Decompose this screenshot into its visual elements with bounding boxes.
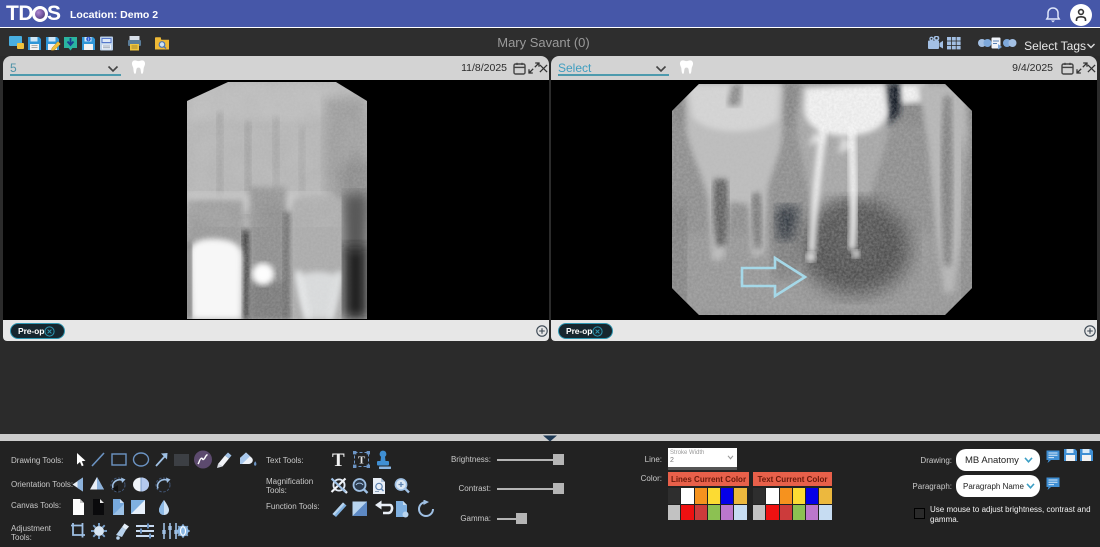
svg-text:T: T: [358, 455, 366, 467]
svg-text:T: T: [332, 450, 345, 470]
